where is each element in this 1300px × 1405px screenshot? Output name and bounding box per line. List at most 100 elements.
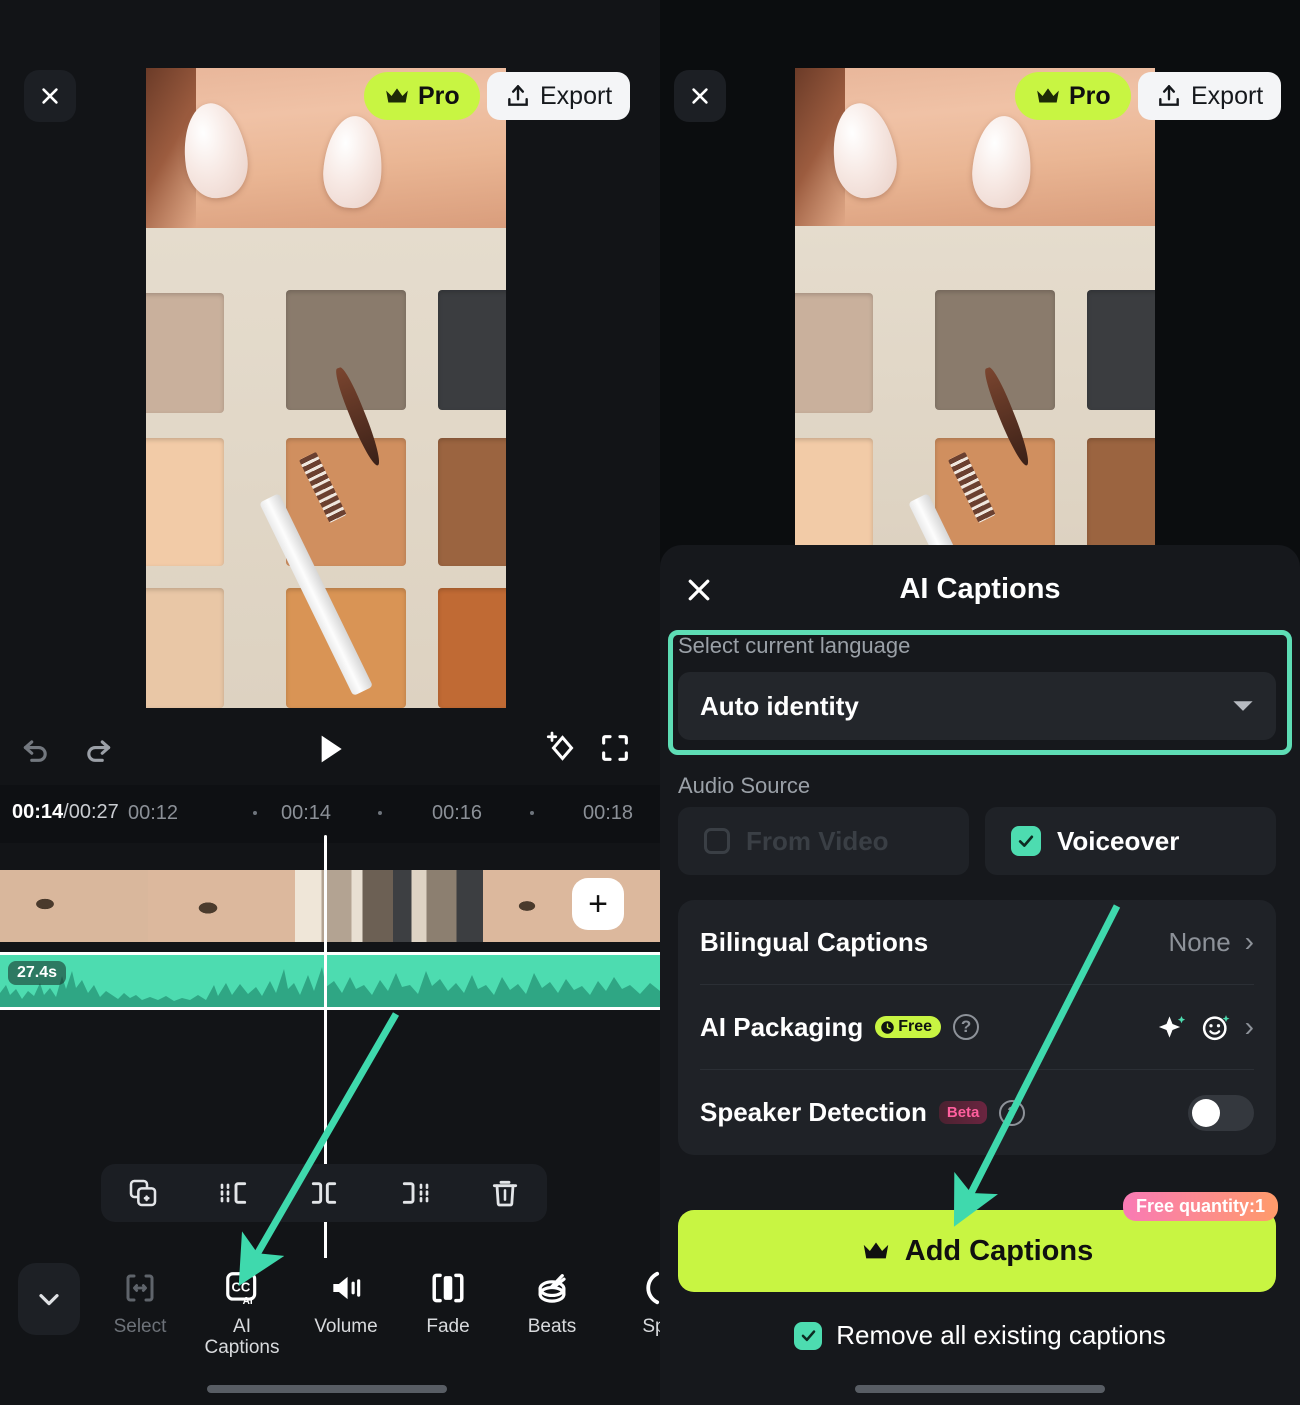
audio-duration-badge: 27.4s — [8, 961, 67, 985]
undo-button[interactable] — [16, 729, 56, 769]
play-button[interactable] — [305, 725, 355, 773]
language-label: Select current language — [678, 633, 911, 658]
ai-effects-button[interactable] — [540, 727, 582, 769]
chevron-right-icon: › — [1244, 926, 1254, 957]
clip-edit-toolbar — [101, 1164, 547, 1222]
palette-pan — [1087, 438, 1155, 546]
play-icon — [321, 735, 342, 763]
add-captions-label: Add Captions — [904, 1234, 1094, 1267]
undo-icon — [23, 740, 47, 762]
speaker-detection-toggle[interactable] — [1188, 1094, 1254, 1131]
chevron-right-icon: › — [1244, 1011, 1254, 1042]
ruler-dot — [253, 811, 257, 815]
video-preview-left[interactable] — [146, 68, 506, 708]
help-icon[interactable]: ? — [953, 1014, 980, 1040]
setting-right — [1188, 1094, 1254, 1131]
free-badge-label: Free — [898, 1018, 933, 1035]
audio-source-from-video[interactable]: From Video — [678, 807, 969, 875]
nav-item-volume[interactable]: Volume — [301, 1266, 391, 1338]
split-button[interactable] — [304, 1173, 344, 1213]
crown-icon — [1037, 88, 1059, 103]
sparkle-icon[interactable] — [1157, 1012, 1187, 1042]
upload-icon — [508, 85, 528, 106]
svg-text:AI: AI — [243, 1296, 253, 1307]
close-editor-button-right[interactable] — [674, 70, 726, 122]
left-editor-panel: Pro Export 00:14/00:27 00:12 00:14 00:16… — [0, 0, 666, 1405]
smiley-sparkle-icon[interactable] — [1201, 1012, 1231, 1042]
fade-icon-wrap — [403, 1266, 493, 1310]
redo-icon — [87, 740, 111, 762]
setting-value: None — [1168, 926, 1231, 957]
ruler-dot — [378, 811, 382, 815]
nav-item-fade[interactable]: Fade — [403, 1266, 493, 1338]
trim-left-icon — [220, 1182, 246, 1204]
palette-pan — [1087, 290, 1155, 410]
language-select[interactable]: Auto identity — [678, 672, 1276, 740]
caret-down-icon — [1233, 701, 1253, 711]
sparkle-diamond-icon — [546, 731, 574, 761]
nav-label-beats: Beats — [527, 1316, 577, 1337]
setting-row-speaker-detection[interactable]: Speaker Detection Beta ? — [700, 1070, 1254, 1155]
volume-icon — [333, 1276, 361, 1300]
cc-ai-icon: CC AI — [226, 1272, 257, 1307]
screenshot-stage: Pro Export 00:14/00:27 00:12 00:14 00:16… — [0, 0, 1300, 1405]
bottom-tool-nav: Select CC AI AI Captions Volume Fade Bea… — [0, 1258, 666, 1376]
fullscreen-button[interactable] — [594, 727, 636, 769]
audio-waveform-track[interactable]: 27.4s — [0, 952, 660, 1010]
nav-item-ai-captions[interactable]: CC AI AI Captions — [197, 1266, 287, 1359]
from-video-label: From Video — [746, 825, 889, 856]
palette-pan — [795, 438, 873, 546]
duplicate-icon — [129, 1179, 157, 1207]
checkbox-checked-icon — [1011, 826, 1041, 856]
timeline-current-time: 00:14/00:27 — [12, 801, 119, 824]
sheet-title: AI Captions — [899, 573, 1061, 605]
export-button[interactable]: Export — [487, 72, 631, 120]
toggle-knob — [1192, 1098, 1220, 1127]
timeline-ruler[interactable]: 00:14/00:27 00:12 00:14 00:16 00:18 — [0, 785, 660, 843]
setting-label: Bilingual Captions — [700, 926, 929, 957]
palette-pan — [146, 588, 224, 708]
collapse-panel-button[interactable] — [18, 1263, 80, 1335]
player-control-bar — [0, 715, 660, 781]
crown-icon — [386, 88, 408, 103]
right-captions-panel: Pro Export AI Captions Select current la… — [660, 0, 1300, 1405]
setting-left: Bilingual Captions — [700, 927, 928, 958]
palette-pan — [795, 293, 873, 413]
palette-pan — [935, 438, 1055, 546]
filmstrip-thumb[interactable] — [483, 870, 575, 942]
pro-button-right[interactable]: Pro — [1015, 72, 1131, 120]
setting-right: › — [1157, 1011, 1254, 1043]
setting-row-ai-packaging[interactable]: AI Packaging Free ? › — [700, 985, 1254, 1070]
close-editor-button[interactable] — [24, 70, 76, 122]
add-clip-button[interactable]: + — [572, 878, 624, 930]
setting-row-bilingual[interactable]: Bilingual Captions None › — [700, 900, 1254, 985]
nav-label-volume: Volume — [314, 1316, 378, 1337]
checkbox-checked-icon — [794, 1321, 823, 1350]
duplicate-button[interactable] — [123, 1173, 163, 1213]
filmstrip-thumb[interactable] — [0, 870, 148, 942]
video-filmstrip[interactable] — [0, 870, 660, 942]
remove-existing-captions-row[interactable]: Remove all existing captions — [660, 1320, 1300, 1351]
video-preview-right[interactable] — [795, 68, 1155, 546]
volume-icon-wrap — [301, 1266, 391, 1310]
audio-source-voiceover[interactable]: Voiceover — [985, 807, 1276, 875]
add-captions-button[interactable]: Add Captions Free quantity:1 — [678, 1192, 1278, 1292]
palette-pan — [146, 438, 224, 566]
nav-item-beats[interactable]: Beats — [507, 1266, 597, 1338]
redo-button[interactable] — [78, 729, 118, 769]
nav-label-ai-captions: AI Captions — [197, 1316, 287, 1359]
filmstrip-thumb[interactable] — [148, 870, 295, 942]
help-icon[interactable]: ? — [999, 1099, 1026, 1126]
export-button-right[interactable]: Export — [1138, 72, 1282, 120]
delete-button[interactable] — [485, 1173, 525, 1213]
beta-badge: Beta — [938, 1101, 988, 1124]
nav-item-select[interactable]: Select — [95, 1266, 185, 1338]
pro-button[interactable]: Pro — [364, 72, 480, 120]
split-icon — [311, 1182, 337, 1204]
total-time-value: /00:27 — [63, 801, 119, 823]
close-icon — [42, 88, 58, 104]
trim-right-button[interactable] — [395, 1173, 435, 1213]
add-clip-label: + — [588, 884, 608, 923]
pro-label: Pro — [418, 81, 460, 110]
trim-left-button[interactable] — [214, 1173, 254, 1213]
